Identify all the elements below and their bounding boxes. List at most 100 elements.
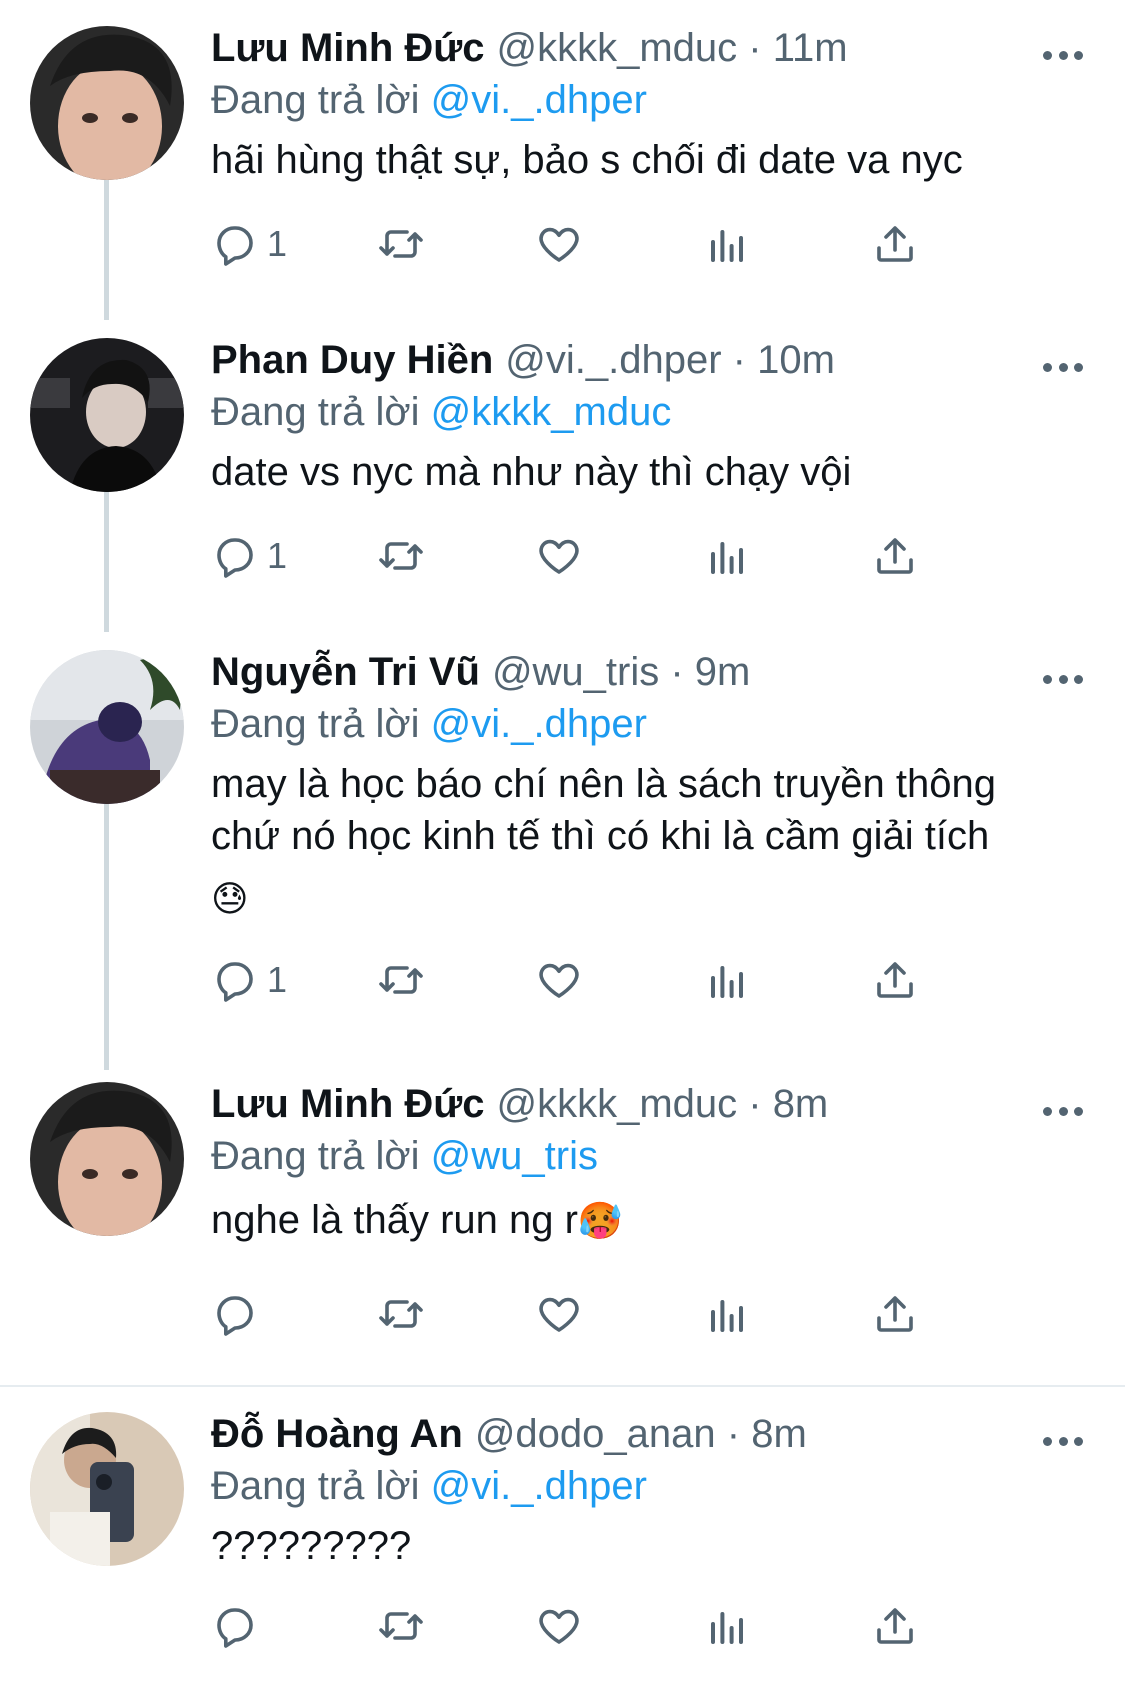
reply-icon — [217, 1608, 253, 1648]
share-button[interactable] — [871, 1286, 919, 1342]
reply-context: Đang trả lời @vi._.dhper — [211, 1464, 647, 1509]
reply-context: Đang trả lời @kkkk_mduc — [211, 390, 671, 435]
author-name[interactable]: Nguyễn Tri Vũ — [211, 650, 480, 695]
tweet-line: chứ nó học kinh tế thì có khi là cầm giả… — [211, 814, 990, 858]
retweet-icon — [379, 542, 423, 570]
reply-button[interactable] — [211, 1286, 267, 1342]
tweet[interactable]: Nguyễn Tri Vũ @wu_tris · 9m Đang trả lời… — [0, 650, 1125, 1060]
timestamp[interactable]: 9m — [695, 650, 751, 695]
retweet-icon — [379, 1612, 423, 1640]
tweet-line: nghe là thấy run ng r — [211, 1198, 578, 1242]
tweet-line: date vs nyc mà như này thì chạy vội — [211, 450, 852, 494]
author-name[interactable]: Lưu Minh Đức — [211, 1082, 484, 1127]
more-icon[interactable] — [1043, 1426, 1083, 1456]
reply-icon — [217, 962, 253, 1002]
more-icon[interactable] — [1043, 352, 1083, 382]
author-name[interactable]: Phan Duy Hiền — [211, 338, 493, 383]
timestamp[interactable]: 11m — [773, 26, 848, 71]
views-button[interactable] — [703, 216, 751, 272]
views-button[interactable] — [703, 952, 751, 1008]
share-button[interactable] — [871, 1598, 919, 1654]
reply-icon — [217, 538, 253, 578]
reply-button[interactable] — [211, 1598, 267, 1654]
share-icon — [877, 226, 913, 262]
like-button[interactable] — [535, 1598, 583, 1654]
tweet[interactable]: Phan Duy Hiền @vi._.dhper · 10m Đang trả… — [0, 338, 1125, 623]
views-button[interactable] — [703, 1286, 751, 1342]
reply-button[interactable]: 1 — [211, 216, 287, 272]
reply-to-handle[interactable]: @wu_tris — [431, 1134, 598, 1178]
tweet[interactable]: Đỗ Hoàng An @dodo_anan · 8m Đang trả lời… — [0, 1412, 1125, 1695]
share-icon — [877, 538, 913, 574]
tweet[interactable]: Lưu Minh Đức @kkkk_mduc · 8m Đang trả lờ… — [0, 1082, 1125, 1382]
avatar[interactable] — [30, 650, 184, 804]
like-button[interactable] — [535, 528, 583, 584]
author-handle[interactable]: @kkkk_mduc — [496, 1082, 737, 1127]
views-icon — [711, 1612, 743, 1644]
reply-prefix: Đang trả lời — [211, 78, 420, 122]
heart-icon — [539, 227, 579, 262]
views-icon — [711, 1300, 743, 1332]
timestamp[interactable]: 10m — [757, 338, 835, 383]
share-icon — [877, 1296, 913, 1332]
reply-count: 1 — [267, 223, 288, 264]
reply-prefix: Đang trả lời — [211, 390, 420, 434]
like-button[interactable] — [535, 952, 583, 1008]
share-button[interactable] — [871, 216, 919, 272]
reply-to-handle[interactable]: @vi._.dhper — [431, 702, 647, 746]
author-name[interactable]: Đỗ Hoàng An — [211, 1412, 463, 1457]
views-icon — [711, 230, 743, 262]
reply-to-handle[interactable]: @kkkk_mduc — [431, 390, 672, 434]
reply-context: Đang trả lời @wu_tris — [211, 1134, 598, 1179]
author-handle[interactable]: @kkkk_mduc — [496, 26, 737, 71]
separator-dot: · — [721, 338, 758, 382]
retweet-button[interactable] — [377, 952, 425, 1008]
more-icon[interactable] — [1043, 664, 1083, 694]
avatar[interactable] — [30, 1082, 184, 1236]
heart-icon — [539, 1609, 579, 1644]
author-handle[interactable]: @vi._.dhper — [505, 338, 721, 383]
like-button[interactable] — [535, 216, 583, 272]
retweet-button[interactable] — [377, 528, 425, 584]
reply-button[interactable]: 1 — [211, 952, 287, 1008]
retweet-icon — [379, 1300, 423, 1328]
share-button[interactable] — [871, 952, 919, 1008]
author-name[interactable]: Lưu Minh Đức — [211, 26, 484, 71]
action-bar: 1 — [211, 216, 1011, 272]
heart-icon — [539, 539, 579, 574]
reply-count: 1 — [267, 535, 288, 576]
reply-prefix: Đang trả lời — [211, 1134, 420, 1178]
timestamp[interactable]: 8m — [751, 1412, 807, 1457]
reply-to-handle[interactable]: @vi._.dhper — [431, 78, 647, 122]
like-button[interactable] — [535, 1286, 583, 1342]
tweet-text: date vs nyc mà như này thì chạy vội — [211, 446, 1085, 498]
tweet-line: hãi hùng thật sự, bảo s chối đi date va … — [211, 138, 963, 182]
views-icon — [711, 966, 743, 998]
avatar[interactable] — [30, 338, 184, 492]
more-icon[interactable] — [1043, 40, 1083, 70]
avatar[interactable] — [30, 1412, 184, 1566]
retweet-button[interactable] — [377, 1286, 425, 1342]
share-icon — [877, 962, 913, 998]
author-handle[interactable]: @wu_tris — [492, 650, 659, 695]
retweet-button[interactable] — [377, 216, 425, 272]
share-button[interactable] — [871, 528, 919, 584]
views-button[interactable] — [703, 1598, 751, 1654]
separator-dot: · — [737, 26, 773, 70]
avatar[interactable] — [30, 26, 184, 180]
divider — [0, 1385, 1125, 1387]
reply-icon — [217, 1296, 253, 1336]
reply-to-handle[interactable]: @vi._.dhper — [431, 1464, 647, 1508]
views-button[interactable] — [703, 528, 751, 584]
reply-button[interactable]: 1 — [211, 528, 287, 584]
views-icon — [711, 542, 743, 574]
separator-dot: · — [737, 1082, 773, 1126]
author-handle[interactable]: @dodo_anan — [475, 1412, 716, 1457]
separator-dot: · — [715, 1412, 752, 1456]
tweet-text: hãi hùng thật sự, bảo s chối đi date va … — [211, 134, 1085, 186]
retweet-button[interactable] — [377, 1598, 425, 1654]
tweet[interactable]: Lưu Minh Đức @kkkk_mduc · 11m Đang trả l… — [0, 26, 1125, 311]
more-icon[interactable] — [1043, 1096, 1083, 1126]
heart-icon — [539, 1297, 579, 1332]
timestamp[interactable]: 8m — [773, 1082, 829, 1127]
